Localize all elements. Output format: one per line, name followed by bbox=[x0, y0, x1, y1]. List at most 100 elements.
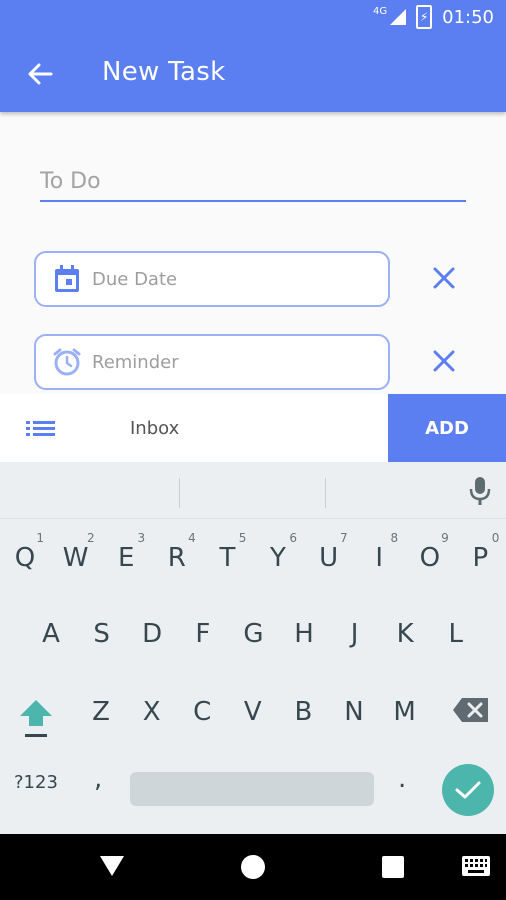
comma-key[interactable]: , bbox=[94, 764, 102, 794]
key-n[interactable]: N bbox=[331, 684, 377, 740]
key-label: K bbox=[396, 619, 414, 649]
key-w[interactable]: W2 bbox=[53, 530, 99, 586]
shift-icon bbox=[20, 700, 52, 737]
key-label: A bbox=[42, 619, 60, 649]
shift-key[interactable] bbox=[18, 696, 54, 740]
system-nav-bar bbox=[0, 834, 506, 900]
symbols-key[interactable]: ?123 bbox=[14, 772, 58, 793]
key-c[interactable]: C bbox=[179, 684, 225, 740]
key-k[interactable]: K bbox=[382, 606, 428, 662]
list-selector-button[interactable] bbox=[24, 412, 58, 444]
suggestion-divider bbox=[325, 478, 326, 508]
key-number-hint: 2 bbox=[86, 531, 95, 545]
clear-reminder-button[interactable] bbox=[428, 345, 460, 377]
status-time: 01:50 bbox=[442, 6, 494, 28]
key-p[interactable]: P0 bbox=[457, 530, 503, 586]
key-q[interactable]: Q1 bbox=[2, 530, 48, 586]
close-icon bbox=[433, 350, 455, 372]
clear-due-date-button[interactable] bbox=[428, 262, 460, 294]
key-j[interactable]: J bbox=[332, 606, 378, 662]
key-label: C bbox=[193, 697, 212, 727]
period-key[interactable]: . bbox=[398, 764, 406, 794]
check-icon bbox=[455, 781, 481, 799]
calendar-icon bbox=[52, 264, 82, 294]
key-l[interactable]: L bbox=[433, 606, 479, 662]
key-label: D bbox=[142, 619, 163, 649]
key-label: J bbox=[350, 619, 359, 649]
key-label: Q bbox=[14, 543, 36, 573]
nav-recents-icon[interactable] bbox=[382, 856, 404, 878]
suggestion-divider bbox=[179, 478, 180, 508]
key-u[interactable]: U7 bbox=[306, 530, 352, 586]
backspace-icon bbox=[453, 698, 488, 722]
key-e[interactable]: E3 bbox=[103, 530, 149, 586]
keyboard-switch-icon[interactable] bbox=[462, 856, 490, 876]
key-label: L bbox=[448, 619, 464, 649]
key-label: Y bbox=[270, 543, 286, 573]
key-number-hint: 9 bbox=[441, 531, 449, 545]
key-label: V bbox=[243, 697, 262, 727]
enter-key[interactable] bbox=[442, 764, 494, 816]
reminder-field[interactable]: Reminder bbox=[34, 334, 390, 390]
list-name[interactable]: Inbox bbox=[130, 418, 179, 439]
key-b[interactable]: B bbox=[280, 684, 326, 740]
key-label: F bbox=[195, 619, 211, 649]
alarm-icon bbox=[52, 347, 82, 377]
key-number-hint: 1 bbox=[36, 531, 44, 545]
key-g[interactable]: G bbox=[230, 606, 276, 662]
key-label: B bbox=[294, 697, 313, 727]
nav-back-icon[interactable] bbox=[100, 854, 124, 878]
status-bar: 4G ⚡ 01:50 bbox=[373, 0, 506, 34]
key-o[interactable]: O9 bbox=[407, 530, 453, 586]
task-action-bar: Inbox ADD bbox=[0, 394, 506, 462]
key-label: T bbox=[219, 543, 236, 573]
due-date-placeholder: Due Date bbox=[92, 268, 178, 290]
key-y[interactable]: Y6 bbox=[255, 530, 301, 586]
due-date-field[interactable]: Due Date bbox=[34, 251, 390, 307]
key-label: W bbox=[62, 543, 89, 573]
key-label: N bbox=[344, 697, 364, 727]
key-t[interactable]: T5 bbox=[204, 530, 250, 586]
key-label: Z bbox=[92, 697, 110, 727]
key-z[interactable]: Z bbox=[78, 684, 124, 740]
key-label: G bbox=[243, 619, 264, 649]
key-label: O bbox=[419, 543, 441, 573]
page-title: New Task bbox=[102, 57, 226, 87]
key-number-hint: 8 bbox=[390, 531, 399, 545]
backspace-key[interactable] bbox=[452, 696, 490, 724]
space-key[interactable] bbox=[130, 772, 374, 806]
key-r[interactable]: R4 bbox=[154, 530, 200, 586]
signal-icon: 4G bbox=[373, 6, 407, 25]
key-label: S bbox=[93, 619, 110, 649]
key-v[interactable]: V bbox=[230, 684, 276, 740]
todo-input[interactable]: To Do bbox=[40, 164, 466, 202]
list-icon bbox=[26, 421, 55, 436]
key-m[interactable]: M bbox=[382, 684, 428, 740]
app-bar: 4G ⚡ 01:50 New Task bbox=[0, 0, 506, 112]
arrow-back-icon bbox=[28, 63, 53, 85]
key-label: E bbox=[117, 543, 135, 573]
key-label: X bbox=[142, 697, 161, 727]
key-d[interactable]: D bbox=[129, 606, 175, 662]
key-number-hint: 7 bbox=[339, 531, 348, 545]
mic-icon bbox=[469, 477, 491, 505]
key-a[interactable]: A bbox=[28, 606, 74, 662]
nav-home-icon[interactable] bbox=[241, 855, 265, 879]
reminder-placeholder: Reminder bbox=[92, 351, 179, 373]
key-number-hint: 4 bbox=[188, 531, 196, 545]
key-label: M bbox=[393, 697, 416, 727]
key-number-hint: 5 bbox=[238, 531, 247, 545]
key-x[interactable]: X bbox=[129, 684, 175, 740]
key-label: H bbox=[294, 619, 314, 649]
key-number-hint: 3 bbox=[137, 531, 146, 545]
add-button[interactable]: ADD bbox=[388, 394, 506, 462]
key-h[interactable]: H bbox=[281, 606, 327, 662]
battery-icon: ⚡ bbox=[416, 5, 433, 29]
back-button[interactable] bbox=[22, 56, 58, 92]
close-icon bbox=[433, 267, 455, 289]
key-i[interactable]: I8 bbox=[356, 530, 402, 586]
key-f[interactable]: F bbox=[180, 606, 226, 662]
key-s[interactable]: S bbox=[79, 606, 125, 662]
key-number-hint: 0 bbox=[491, 531, 500, 545]
voice-input-button[interactable] bbox=[466, 476, 494, 506]
